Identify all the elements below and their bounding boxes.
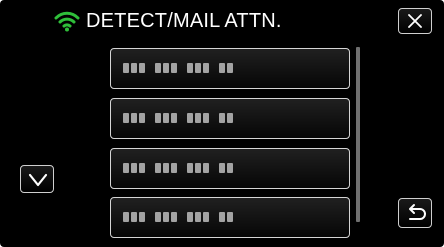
back-button[interactable] (398, 198, 432, 228)
close-button[interactable] (398, 8, 432, 34)
masked-address (123, 63, 235, 73)
close-icon (408, 14, 422, 28)
email-entry-4[interactable] (110, 197, 350, 238)
email-entry-1[interactable] (110, 48, 350, 89)
camera-screen: DETECT/MAIL ATTN. (0, 0, 444, 247)
return-arrow-icon (409, 204, 426, 220)
wifi-icon (54, 11, 80, 32)
screen-title: DETECT/MAIL ATTN. (86, 10, 282, 32)
masked-address (123, 163, 235, 173)
masked-address (123, 113, 235, 123)
email-entry-2[interactable] (110, 98, 350, 139)
masked-address (123, 212, 235, 222)
scrollbar[interactable] (356, 47, 360, 222)
email-entry-3[interactable] (110, 148, 350, 189)
chevron-down-icon (28, 173, 48, 187)
scroll-down-button[interactable] (20, 165, 54, 193)
header-bar: DETECT/MAIL ATTN. (0, 0, 444, 42)
